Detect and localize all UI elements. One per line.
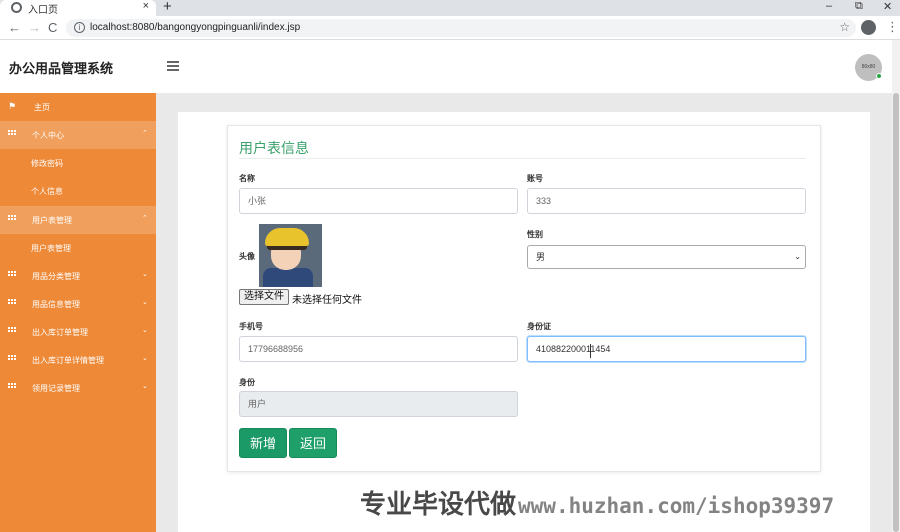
url-text: localhost:8080/bangongyongpinguanli/inde… [90,22,301,33]
name-input[interactable]: 小张 [239,188,518,214]
submit-button[interactable]: 新增 [239,428,287,458]
sidebar-item-label: 个人信息 [31,187,63,196]
window-close-icon[interactable]: ✕ [883,0,892,13]
grid-icon [8,383,16,391]
grid-icon [8,215,16,223]
grid-icon [8,355,16,363]
chevron-down-icon: ⌄ [142,355,148,362]
tab-title: 入口页 [28,5,58,16]
phone-label: 手机号 [239,322,263,331]
sidebar-item-label: 主页 [34,103,50,112]
gender-select-value: 男 [536,252,546,262]
watermark-text: 专业毕设代做 [360,490,517,520]
chevron-up-icon: ⌃ [142,215,148,222]
grid-icon [8,299,16,307]
sidebar-item-label: 用品分类管理 [32,272,80,281]
star-icon[interactable]: ☆ [839,20,850,34]
role-label: 身份 [239,378,255,387]
flag-icon: ⚑ [8,101,17,111]
chevron-down-icon: ⌄ [142,271,148,278]
browser-tab-bar: 入口页 × + – ⧉ ✕ [0,0,900,16]
scrollbar-thumb[interactable] [893,93,899,532]
chevron-down-icon: ⌄ [142,299,148,306]
sidebar-item-label: 用户表管理 [32,216,72,225]
gender-label: 性别 [527,230,543,239]
sidebar-item-label: 领用记录管理 [32,384,80,393]
new-tab-icon[interactable]: + [163,0,172,15]
name-label: 名称 [239,174,255,183]
divider [239,158,806,159]
sidebar-item-label: 用户表管理 [31,244,71,253]
sidebar-item-label: 出入库订单详情管理 [32,356,104,365]
chevron-down-icon: ⌄ [142,327,148,334]
address-bar: ← → C i localhost:8080/bangongyongpingua… [0,16,900,40]
chevron-down-icon: ⌄ [142,383,148,390]
sidebar-item-label: 修改密码 [31,159,63,168]
app-title: 办公用品管理系统 [9,61,114,76]
sidebar-item-orders[interactable]: 出入库订单管理 ⌄ [0,318,156,346]
idcard-input[interactable]: 410882200011454 [527,336,806,362]
gender-select[interactable]: 男 ⌄ [527,245,806,269]
sidebar-item-supplies[interactable]: 用品信息管理 ⌄ [0,290,156,318]
browser-tab[interactable]: 入口页 × [0,0,156,16]
forward-icon[interactable]: → [28,20,41,35]
restore-icon[interactable]: ⧉ [855,0,863,13]
choose-file-button[interactable]: 选择文件 [239,289,289,305]
sidebar-item-records[interactable]: 领用记录管理 ⌄ [0,374,156,402]
idcard-label: 身份证 [527,322,551,331]
tab-close-icon[interactable]: × [143,0,149,12]
avatar-label: 头像 [239,252,255,261]
hamburger-menu-icon[interactable] [167,61,179,71]
grid-icon [8,130,16,138]
online-status-dot [876,73,882,79]
file-status-text: 未选择任何文件 [292,295,362,306]
watermark-url: www.huzhan.com/ishop39397 [518,494,835,518]
chevron-down-icon: ⌄ [794,252,801,261]
browser-menu-icon[interactable]: ⋮ [886,19,899,35]
minimize-icon[interactable]: – [826,0,832,12]
account-label: 账号 [527,174,543,183]
back-button[interactable]: 返回 [289,428,337,458]
sidebar-item-user-table-sub[interactable]: 用户表管理 [0,234,156,262]
account-input[interactable]: 333 [527,188,806,214]
back-icon[interactable]: ← [8,20,21,35]
sidebar-item-order-details[interactable]: 出入库订单详情管理 ⌄ [0,346,156,374]
info-icon[interactable]: i [74,22,85,33]
sidebar-item-label: 出入库订单管理 [32,328,88,337]
sidebar-item-label: 用品信息管理 [32,300,80,309]
app-header: 办公用品管理系统 80x80 [0,40,892,93]
profile-icon[interactable] [861,20,876,35]
form-title: 用户表信息 [239,140,309,156]
sidebar-item-personal-info[interactable]: 个人信息 [0,177,156,205]
sidebar-item-label: 个人中心 [32,131,64,140]
sidebar-item-category[interactable]: 用品分类管理 ⌄ [0,262,156,290]
globe-icon [11,2,22,13]
avatar-image [259,224,322,287]
grid-icon [8,327,16,335]
sidebar-item-user-table[interactable]: 用户表管理 ⌃ [0,206,156,234]
reload-icon[interactable]: C [48,20,57,35]
grid-icon [8,271,16,279]
role-input: 用户 [239,391,518,417]
phone-input[interactable]: 17796688956 [239,336,518,362]
text-cursor [590,344,591,358]
watermark: 专业毕设代做www.huzhan.com/ishop39397 [360,484,834,521]
chevron-up-icon: ⌃ [142,130,148,137]
url-field[interactable]: i localhost:8080/bangongyongpinguanli/in… [66,19,856,37]
sidebar-item-personal-center[interactable]: 个人中心 ⌃ [0,121,156,149]
sidebar-item-home[interactable]: ⚑ 主页 [0,93,156,121]
sidebar-item-change-password[interactable]: 修改密码 [0,149,156,177]
